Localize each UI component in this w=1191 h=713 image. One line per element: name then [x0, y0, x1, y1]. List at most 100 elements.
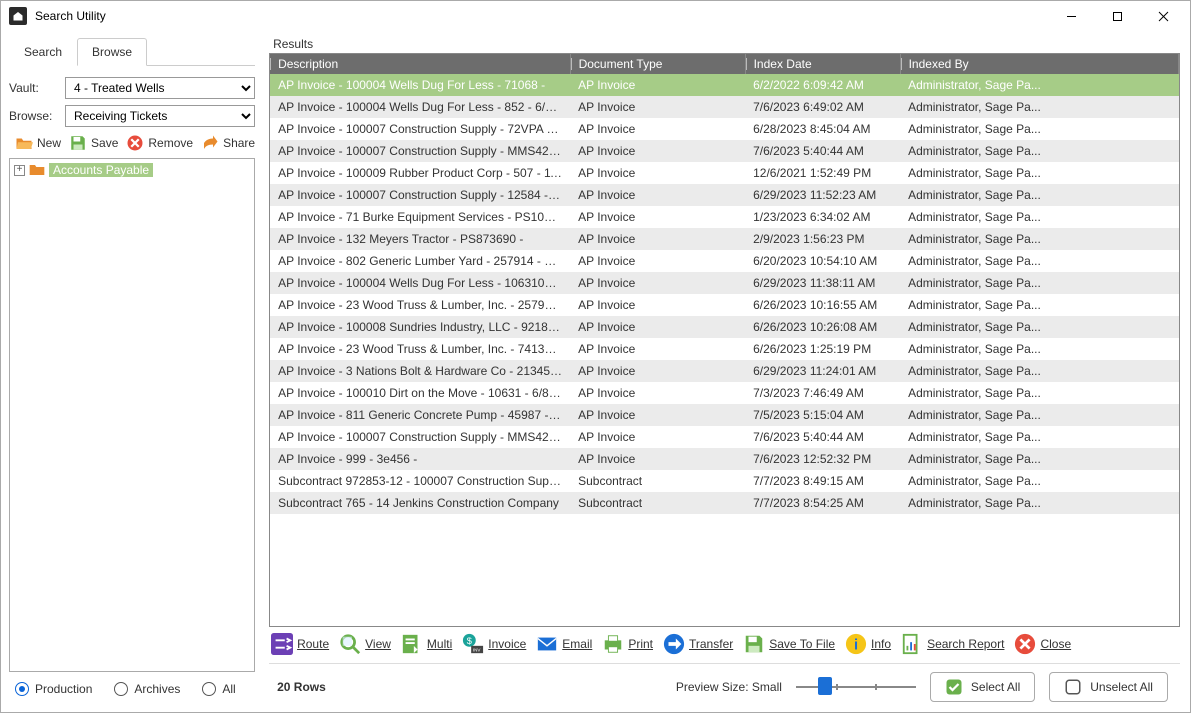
cell-doctype: AP Invoice	[570, 184, 745, 206]
col-doctype[interactable]: Document Type	[570, 54, 745, 74]
table-row[interactable]: Subcontract 765 - 14 Jenkins Constructio…	[270, 492, 1179, 514]
multi-button[interactable]: Multi	[401, 633, 452, 655]
table-row[interactable]: AP Invoice - 100007 Construction Supply …	[270, 140, 1179, 162]
table-row[interactable]: AP Invoice - 100007 Construction Supply …	[270, 426, 1179, 448]
print-icon	[602, 633, 624, 655]
search-report-button[interactable]: Search Report	[901, 633, 1004, 655]
table-row[interactable]: AP Invoice - 100008 Sundries Industry, L…	[270, 316, 1179, 338]
floppy-icon	[69, 134, 87, 152]
table-row[interactable]: AP Invoice - 3 Nations Bolt & Hardware C…	[270, 360, 1179, 382]
table-row[interactable]: AP Invoice - 802 Generic Lumber Yard - 2…	[270, 250, 1179, 272]
cell-doctype: AP Invoice	[570, 206, 745, 228]
col-indexdate[interactable]: Index Date	[745, 54, 900, 74]
cell-indexedby: Administrator, Sage Pa...	[900, 492, 1179, 514]
close-button[interactable]: Close	[1014, 633, 1071, 655]
cell-indexdate: 6/20/2023 10:54:10 AM	[745, 250, 900, 272]
cell-indexedby: Administrator, Sage Pa...	[900, 470, 1179, 492]
route-button[interactable]: Route	[271, 633, 329, 655]
cell-indexedby: Administrator, Sage Pa...	[900, 338, 1179, 360]
close-window-button[interactable]	[1140, 1, 1186, 31]
table-row[interactable]: AP Invoice - 811 Generic Concrete Pump -…	[270, 404, 1179, 426]
cell-indexdate: 7/6/2023 6:49:02 AM	[745, 96, 900, 118]
cell-doctype: Subcontract	[570, 492, 745, 514]
table-row[interactable]: AP Invoice - 100004 Wells Dug For Less -…	[270, 96, 1179, 118]
vault-select[interactable]: 4 - Treated Wells	[65, 77, 255, 99]
cell-indexedby: Administrator, Sage Pa...	[900, 448, 1179, 470]
scope-radios: Production Archives All	[9, 672, 255, 704]
col-description[interactable]: Description	[270, 54, 570, 74]
table-row[interactable]: AP Invoice - 132 Meyers Tractor - PS8736…	[270, 228, 1179, 250]
unselect-all-button[interactable]: Unselect All	[1049, 672, 1168, 702]
maximize-button[interactable]	[1094, 1, 1140, 31]
radio-icon	[202, 682, 216, 696]
table-row[interactable]: AP Invoice - 100009 Rubber Product Corp …	[270, 162, 1179, 184]
invoice-button[interactable]: $INV Invoice	[462, 633, 526, 655]
cell-indexedby: Administrator, Sage Pa...	[900, 228, 1179, 250]
cell-doctype: AP Invoice	[570, 316, 745, 338]
action-bar: Route View Multi $INV Invoice Email	[269, 627, 1180, 661]
cell-doctype: AP Invoice	[570, 272, 745, 294]
cell-description: AP Invoice - 100004 Wells Dug For Less -…	[270, 96, 570, 118]
save-to-file-button[interactable]: Save To File	[743, 633, 835, 655]
select-all-button[interactable]: Select All	[930, 672, 1035, 702]
browse-select[interactable]: Receiving Tickets	[65, 105, 255, 127]
slider-thumb-icon[interactable]	[818, 677, 832, 695]
share-button[interactable]: Share	[201, 134, 255, 152]
cell-indexdate: 6/28/2023 8:45:04 AM	[745, 118, 900, 140]
cell-indexdate: 12/6/2021 1:52:49 PM	[745, 162, 900, 184]
remove-button[interactable]: Remove	[126, 134, 193, 152]
table-row[interactable]: AP Invoice - 100007 Construction Supply …	[270, 118, 1179, 140]
cell-indexedby: Administrator, Sage Pa...	[900, 206, 1179, 228]
info-button[interactable]: i Info	[845, 633, 891, 655]
cell-doctype: AP Invoice	[570, 426, 745, 448]
transfer-icon	[663, 633, 685, 655]
table-row[interactable]: AP Invoice - 100007 Construction Supply …	[270, 184, 1179, 206]
radio-production[interactable]: Production	[15, 682, 92, 696]
app-window: Search Utility Search Browse Vault: 4 - …	[0, 0, 1191, 713]
cell-indexdate: 2/9/2023 1:56:23 PM	[745, 228, 900, 250]
folder-open-icon	[15, 134, 33, 152]
cell-description: Subcontract 972853-12 - 100007 Construct…	[270, 470, 570, 492]
table-row[interactable]: Subcontract 972853-12 - 100007 Construct…	[270, 470, 1179, 492]
window-title: Search Utility	[35, 9, 106, 23]
cell-indexdate: 6/2/2022 6:09:42 AM	[745, 74, 900, 96]
new-button[interactable]: New	[15, 134, 61, 152]
table-row[interactable]: AP Invoice - 100004 Wells Dug For Less -…	[270, 272, 1179, 294]
multi-icon	[401, 633, 423, 655]
tree-node-label: Accounts Payable	[49, 163, 153, 177]
table-row[interactable]: AP Invoice - 999 - 3e456 -AP Invoice7/6/…	[270, 448, 1179, 470]
invoice-icon: $INV	[462, 633, 484, 655]
table-row[interactable]: AP Invoice - 23 Wood Truss & Lumber, Inc…	[270, 338, 1179, 360]
table-row[interactable]: AP Invoice - 71 Burke Equipment Services…	[270, 206, 1179, 228]
tree-view[interactable]: + Accounts Payable	[9, 158, 255, 672]
results-grid[interactable]: Description Document Type Index Date Ind…	[269, 53, 1180, 627]
cell-doctype: AP Invoice	[570, 360, 745, 382]
preview-size-slider[interactable]	[796, 677, 916, 697]
expand-icon[interactable]: +	[14, 165, 25, 176]
table-row[interactable]: AP Invoice - 23 Wood Truss & Lumber, Inc…	[270, 294, 1179, 316]
cell-indexdate: 6/26/2023 1:25:19 PM	[745, 338, 900, 360]
view-button[interactable]: View	[339, 633, 391, 655]
cell-description: AP Invoice - 100007 Construction Supply …	[270, 426, 570, 448]
cell-doctype: AP Invoice	[570, 228, 745, 250]
transfer-button[interactable]: Transfer	[663, 633, 733, 655]
table-row[interactable]: AP Invoice - 100010 Dirt on the Move - 1…	[270, 382, 1179, 404]
table-row[interactable]: AP Invoice - 100004 Wells Dug For Less -…	[270, 74, 1179, 96]
route-icon	[271, 633, 293, 655]
cell-doctype: AP Invoice	[570, 96, 745, 118]
tree-root-node[interactable]: + Accounts Payable	[14, 163, 250, 177]
tab-browse[interactable]: Browse	[77, 38, 147, 66]
radio-archives[interactable]: Archives	[114, 682, 180, 696]
status-bar: 20 Rows Preview Size: Small Select All U…	[269, 666, 1180, 712]
cell-description: AP Invoice - 100007 Construction Supply …	[270, 184, 570, 206]
svg-text:$: $	[467, 636, 472, 646]
cell-indexdate: 7/5/2023 5:15:04 AM	[745, 404, 900, 426]
radio-all[interactable]: All	[202, 682, 235, 696]
col-indexedby[interactable]: Indexed By	[900, 54, 1178, 74]
tab-search[interactable]: Search	[9, 38, 77, 66]
cell-indexedby: Administrator, Sage Pa...	[900, 184, 1179, 206]
email-button[interactable]: Email	[536, 633, 592, 655]
minimize-button[interactable]	[1048, 1, 1094, 31]
save-button[interactable]: Save	[69, 134, 118, 152]
print-button[interactable]: Print	[602, 633, 653, 655]
